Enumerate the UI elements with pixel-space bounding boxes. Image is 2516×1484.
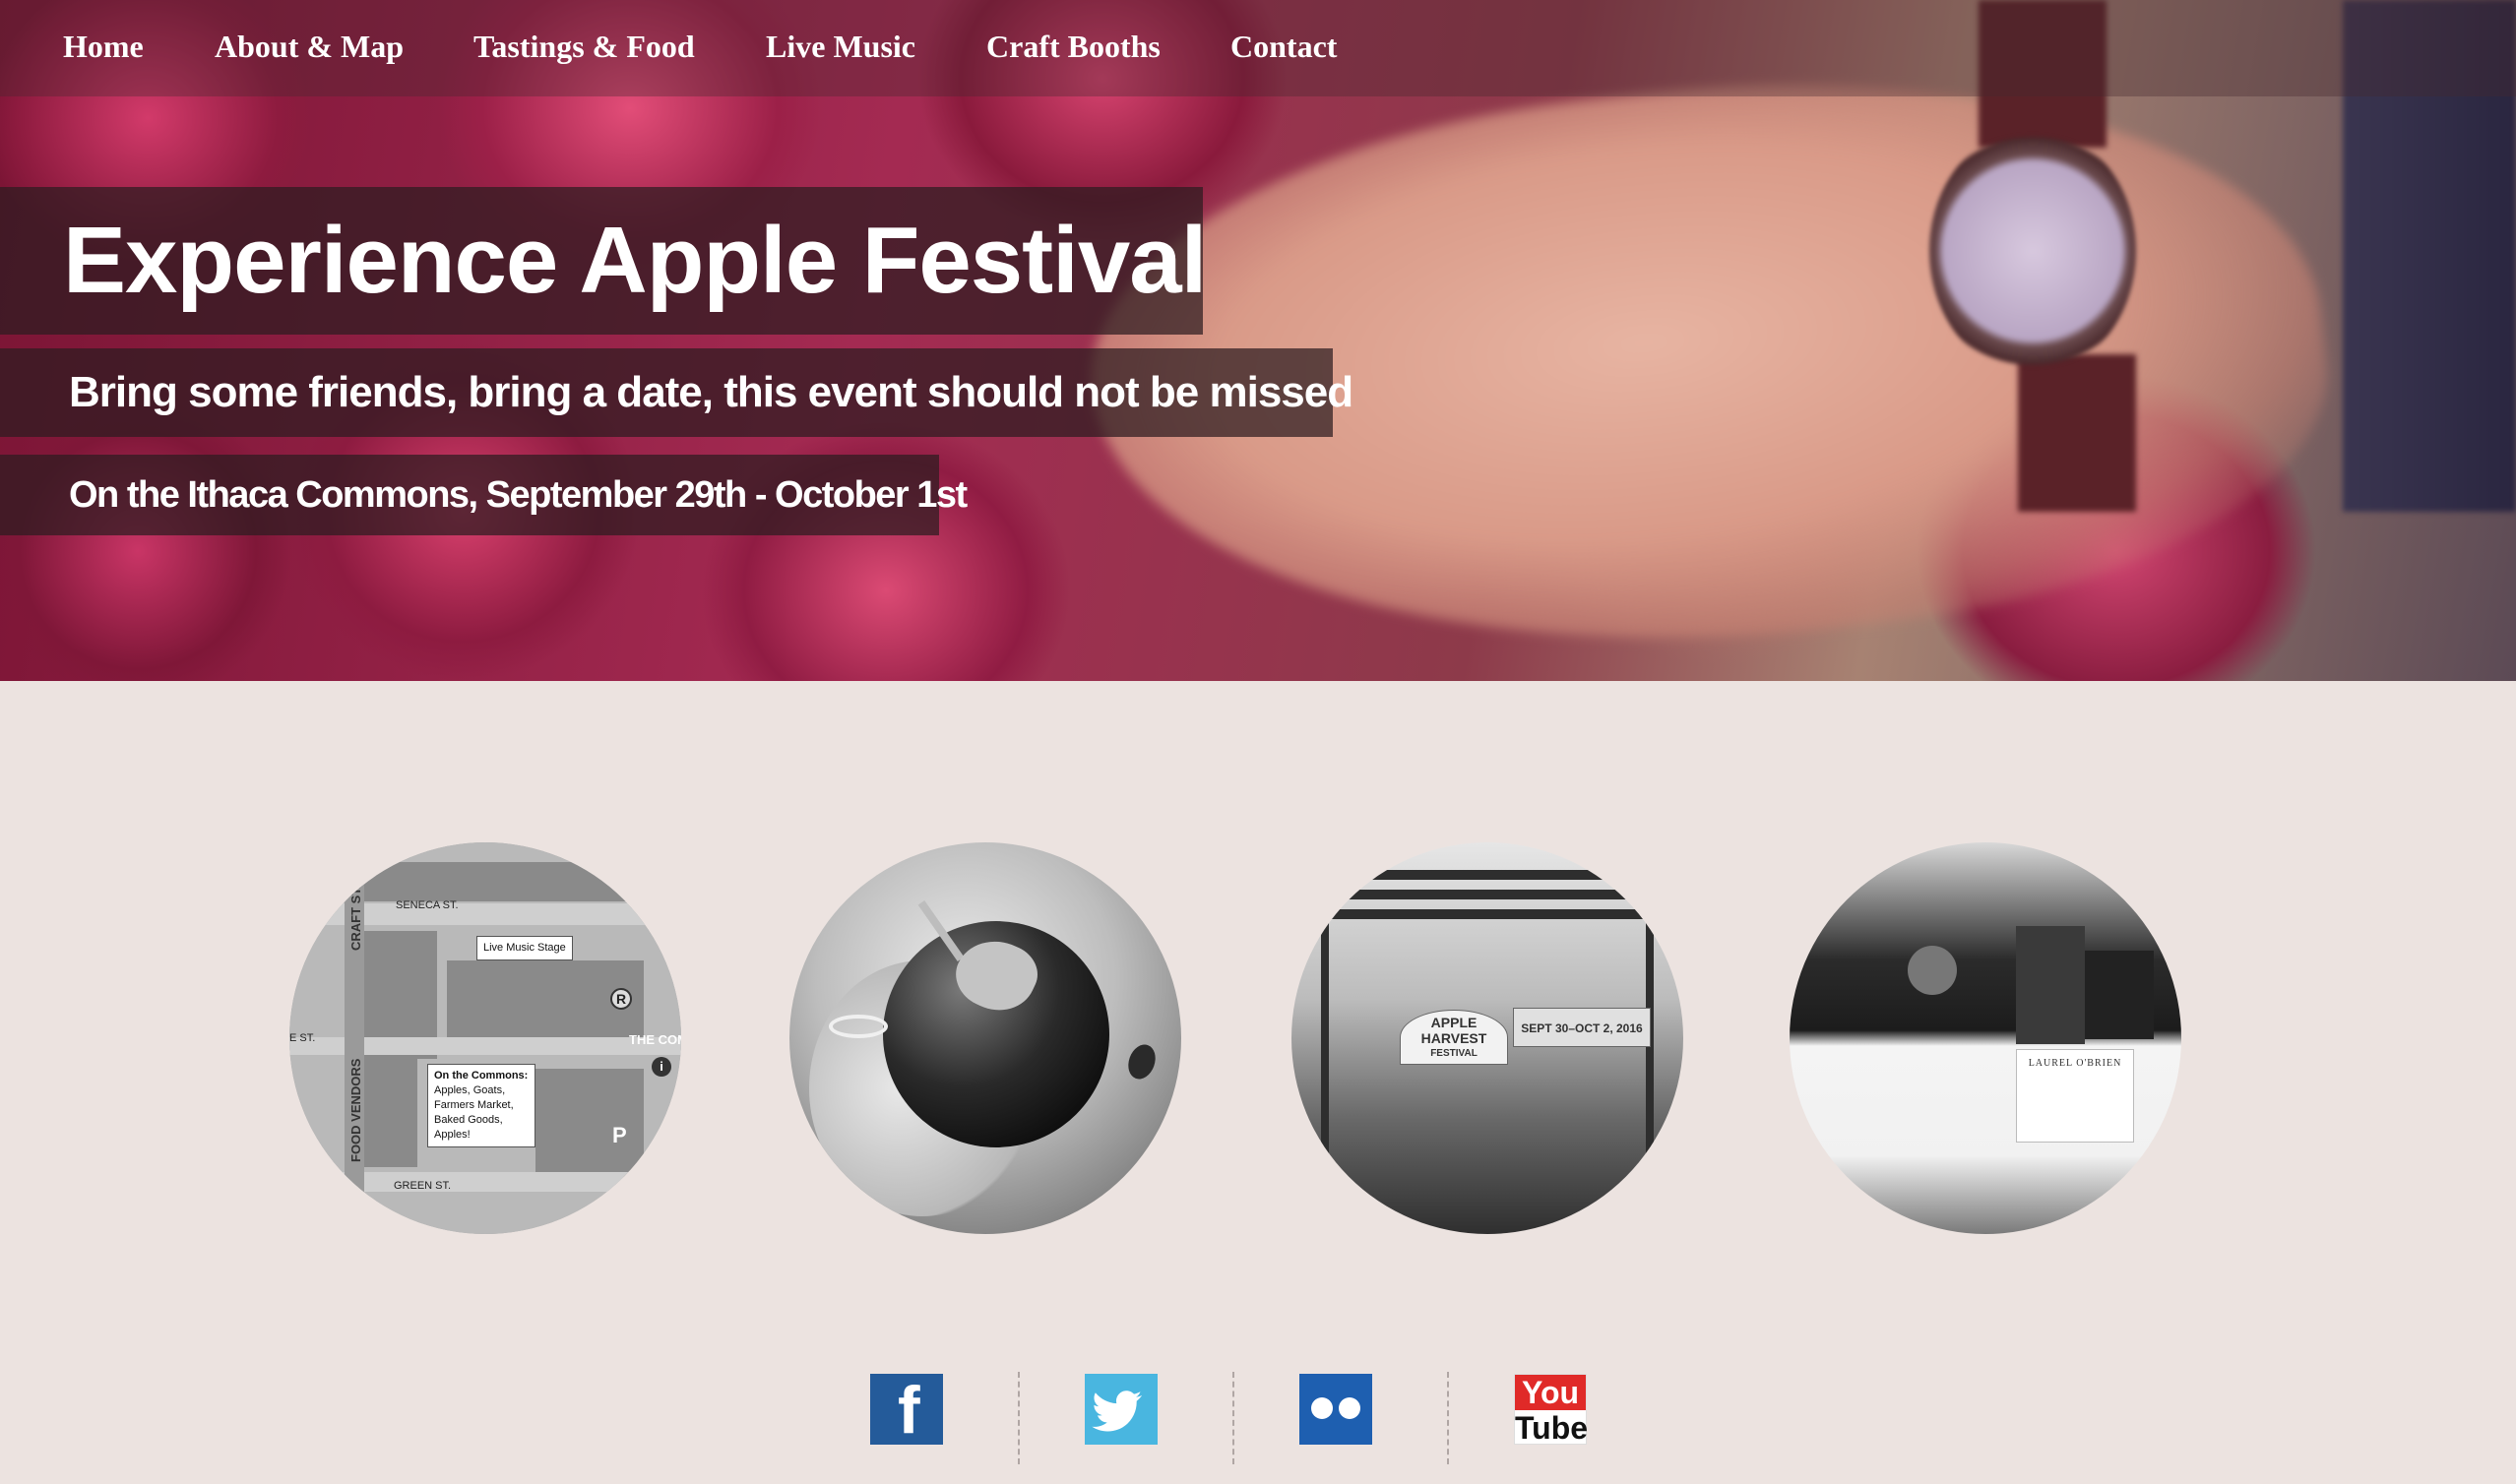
- twitter-icon[interactable]: [1085, 1374, 1158, 1445]
- globe-image: [1908, 946, 1957, 995]
- nail-image: [1123, 1040, 1161, 1083]
- social-divider: [1018, 1372, 1020, 1464]
- nav-about-map[interactable]: About & Map: [215, 24, 404, 69]
- date-banner: SEPT 30–OCT 2, 2016: [1513, 1008, 1651, 1047]
- restroom-icon: R: [610, 988, 632, 1010]
- main-nav: Home About & Map Tastings & Food Live Mu…: [0, 0, 2516, 96]
- ring-image: [829, 1015, 888, 1038]
- flickr-icon[interactable]: [1299, 1374, 1372, 1445]
- pergola-beam: [1291, 870, 1683, 880]
- map-callout-live-music: Live Music Stage: [476, 936, 573, 960]
- nav-craft-booths[interactable]: Craft Booths: [986, 24, 1161, 69]
- parking-icon: P: [612, 1123, 627, 1147]
- flickr-dot-right: [1339, 1397, 1360, 1419]
- display-rack: [2085, 951, 2154, 1039]
- map-commons-item: Baked Goods,: [434, 1114, 503, 1126]
- map-callout-commons: On the Commons: Apples, Goats, Farmers M…: [427, 1064, 535, 1147]
- map-label-east: E ST.: [289, 1032, 316, 1044]
- hero-title: Experience Apple Festival: [0, 187, 1207, 335]
- youtube-you: You: [1515, 1375, 1586, 1410]
- map-circle[interactable]: SENECA ST. GREEN ST. E ST. THE COM CRAFT…: [289, 842, 681, 1234]
- youtube-tube: Tube: [1515, 1410, 1589, 1446]
- twitter-bird-icon: [1092, 1391, 1142, 1432]
- facebook-glyph: f: [898, 1373, 920, 1448]
- map-commons-item: Apples!: [434, 1129, 471, 1141]
- social-divider: [1232, 1372, 1234, 1464]
- map-commons-item: Farmers Market,: [434, 1099, 514, 1111]
- social-divider: [1447, 1372, 1449, 1464]
- info-icon: i: [652, 1057, 671, 1077]
- facebook-icon[interactable]: f: [870, 1374, 943, 1445]
- pergola-beam: [1291, 890, 1683, 899]
- map-block: [348, 862, 644, 901]
- map-label-craft: CRAFT ST.: [348, 885, 363, 951]
- nav-live-music[interactable]: Live Music: [766, 24, 915, 69]
- map-block: [535, 1069, 644, 1177]
- hero-date-line: On the Ithaca Commons, September 29th - …: [0, 455, 968, 535]
- nav-contact[interactable]: Contact: [1230, 24, 1337, 69]
- pergola-post: [1321, 911, 1329, 1157]
- flickr-dot-left: [1311, 1397, 1333, 1419]
- festival-banner-title: APPLE HARVEST: [1420, 1015, 1487, 1046]
- pergola-beam: [1291, 909, 1683, 919]
- map-label-the-commons: THE COM: [629, 1032, 681, 1047]
- map-commons-item: Apples, Goats,: [434, 1084, 506, 1096]
- hero-subtitle: Bring some friends, bring a date, this e…: [0, 348, 1353, 437]
- booth-sign: LAUREL O'BRIEN: [2016, 1049, 2134, 1143]
- youtube-icon[interactable]: You Tube: [1514, 1374, 1589, 1446]
- watch-image: [1929, 128, 2136, 374]
- festival-banner-sub: FESTIVAL: [1430, 1048, 1478, 1059]
- nav-tastings-food[interactable]: Tastings & Food: [473, 24, 695, 69]
- hero-banner: Experience Apple Festival Bring some fri…: [0, 0, 2516, 681]
- map-commons-title: On the Commons:: [434, 1070, 529, 1082]
- apple-circle[interactable]: [789, 842, 1181, 1234]
- map-label-seneca: SENECA ST.: [396, 899, 459, 911]
- watch-strap-lower: [2018, 354, 2136, 512]
- map-label-food-vendors: FOOD VENDORS: [348, 1058, 363, 1162]
- map-label-green: GREEN ST.: [394, 1180, 452, 1192]
- stage-circle[interactable]: APPLE HARVEST FESTIVAL SEPT 30–OCT 2, 20…: [1291, 842, 1683, 1234]
- festival-banner: APPLE HARVEST FESTIVAL: [1400, 1010, 1508, 1065]
- booth-circle[interactable]: LAUREL O'BRIEN: [1790, 842, 2181, 1234]
- display-rack: [2016, 926, 2085, 1044]
- nav-home[interactable]: Home: [63, 24, 144, 69]
